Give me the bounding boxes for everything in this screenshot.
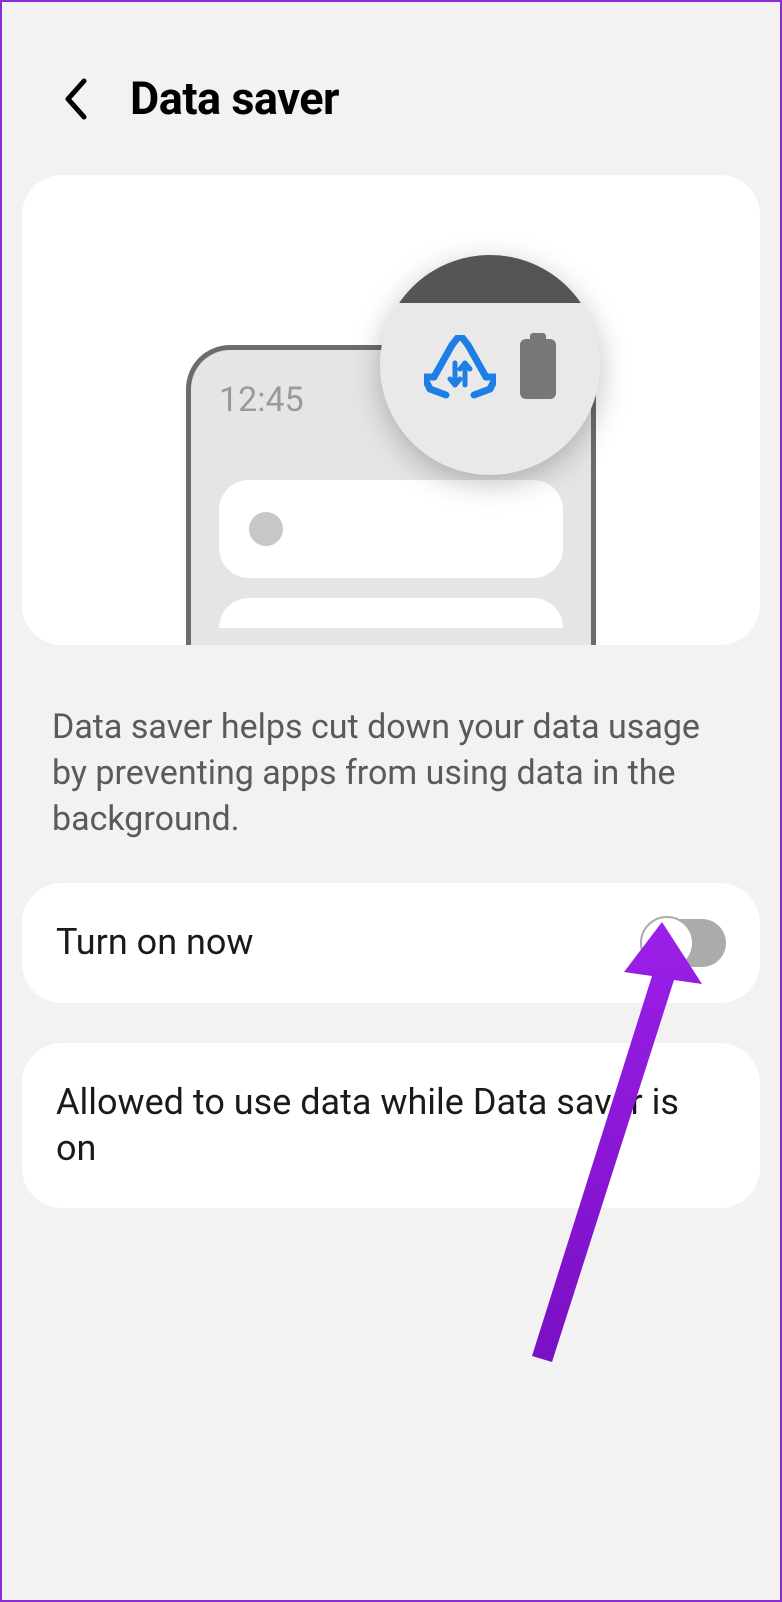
zoom-callout bbox=[380, 255, 600, 475]
illustration-card-row bbox=[219, 480, 563, 578]
illustration-card-row bbox=[219, 598, 563, 628]
illustration-dot bbox=[249, 512, 283, 546]
turn-on-now-row[interactable]: Turn on now bbox=[22, 883, 760, 1003]
header: Data saver bbox=[2, 2, 780, 175]
toggle-knob bbox=[640, 916, 694, 970]
allowed-apps-label: Allowed to use data while Data saver is … bbox=[56, 1079, 726, 1173]
turn-on-now-toggle[interactable] bbox=[640, 919, 726, 967]
chevron-left-icon bbox=[62, 77, 90, 121]
battery-icon bbox=[520, 339, 556, 399]
turn-on-now-label: Turn on now bbox=[56, 919, 253, 966]
page-title: Data saver bbox=[130, 72, 339, 125]
description-text: Data saver helps cut down your data usag… bbox=[2, 645, 780, 873]
back-button[interactable] bbox=[52, 75, 100, 123]
data-saver-triangle-icon bbox=[424, 335, 496, 403]
allowed-apps-row[interactable]: Allowed to use data while Data saver is … bbox=[22, 1043, 760, 1209]
illustration-card: 12:45 bbox=[22, 175, 760, 645]
